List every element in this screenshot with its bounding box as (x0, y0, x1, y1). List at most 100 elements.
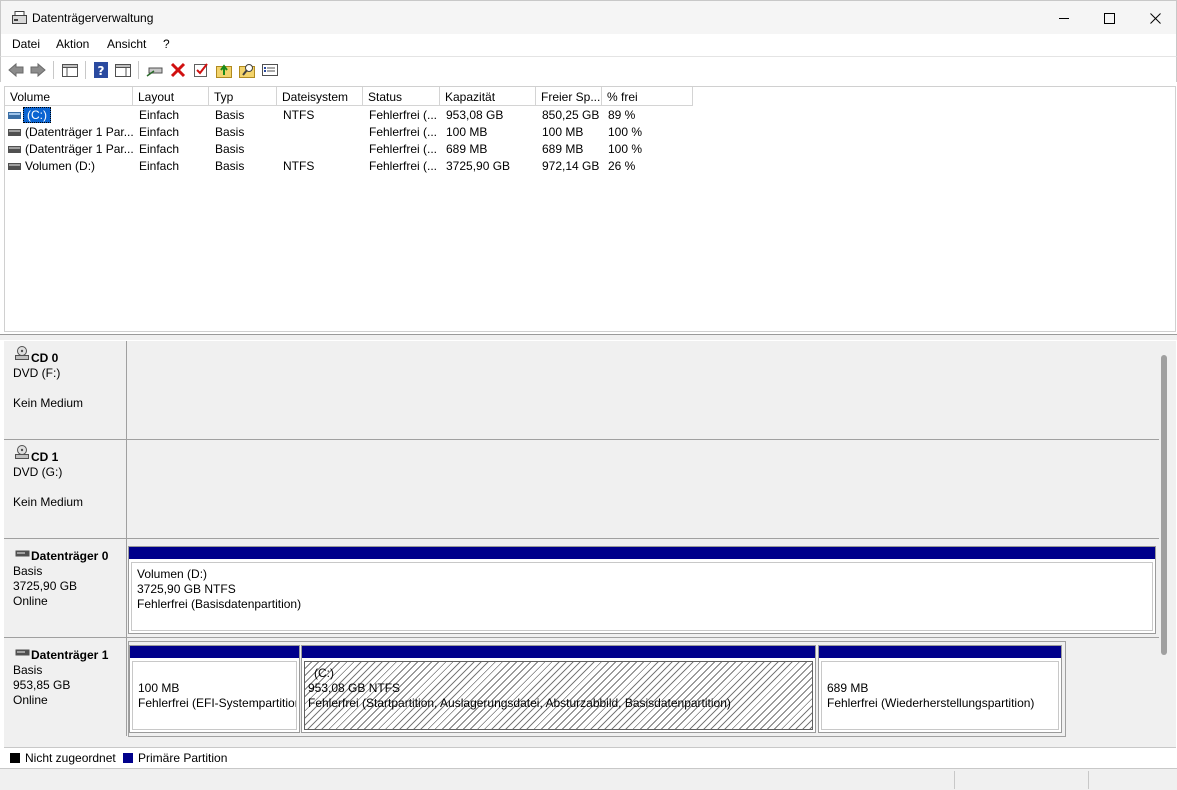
cell-layout: Einfach (139, 142, 180, 156)
help-icon[interactable]: ? (92, 61, 110, 79)
partition-body: Volumen (D:) 3725,90 GB NTFS Fehlerfrei … (131, 562, 1153, 631)
cell-typ: Basis (215, 159, 245, 173)
close-button[interactable] (1132, 1, 1177, 35)
volume-icon (8, 112, 21, 119)
cell-typ: Basis (215, 142, 245, 156)
disk-state: Kein Medium (13, 396, 84, 410)
toolbar: ? (0, 56, 1177, 82)
folder-up-icon[interactable] (215, 61, 233, 79)
disk-type: Basis (13, 564, 43, 578)
table-row[interactable]: (Datenträger 1 Par... Einfach Basis Fehl… (5, 141, 1175, 158)
primary-partition-bar (302, 646, 815, 658)
legend-swatch-primary (123, 753, 133, 763)
menu-help[interactable]: ? (163, 37, 170, 51)
menu-aktion[interactable]: Aktion (56, 37, 89, 51)
partition-size: 100 MB (138, 681, 180, 695)
cell-kapazitaet: 953,08 GB (446, 108, 504, 122)
partition-size: 953,08 GB NTFS (308, 681, 401, 695)
cell-freier-speicher: 972,14 GB (542, 159, 600, 173)
column-header-volume[interactable]: Volume (5, 87, 133, 106)
volume-icon (8, 129, 21, 136)
properties-pane-icon[interactable] (114, 61, 132, 79)
close-icon (1149, 12, 1161, 24)
partition-status: Fehlerfrei (EFI-Systempartition (138, 696, 297, 710)
disk-separator (4, 637, 1159, 638)
partition-size: 689 MB (827, 681, 869, 695)
column-header-dateisystem[interactable]: Dateisystem (277, 87, 363, 106)
column-header-kapazitaet[interactable]: Kapazität (440, 87, 536, 106)
cell-prozent-frei: 26 % (608, 159, 636, 173)
cd-drive-icon (15, 445, 29, 459)
toolbar-separator (85, 61, 86, 79)
delete-icon[interactable] (169, 61, 187, 79)
primary-partition-bar (129, 547, 1155, 559)
settings-list-icon[interactable] (261, 61, 279, 79)
column-header-typ[interactable]: Typ (209, 87, 277, 106)
cell-status: Fehlerfrei (... (369, 108, 438, 122)
partition-recovery[interactable]: 689 MB Fehlerfrei (Wiederherstellungspar… (818, 645, 1062, 733)
vertical-scrollbar[interactable] (1161, 355, 1167, 655)
cell-prozent-frei: 100 % (608, 125, 643, 139)
console-tree-icon[interactable] (61, 61, 79, 79)
disk-size: 3725,90 GB (13, 579, 78, 593)
cell-status: Fehlerfrei (... (369, 159, 438, 173)
column-header-prozent-frei[interactable]: % frei (602, 87, 693, 106)
disk-area-cd0 (128, 341, 1159, 439)
disk-size: 953,85 GB (13, 678, 71, 692)
title-bar: Datenträgerverwaltung (0, 0, 1177, 34)
disk-label-disk1[interactable]: Datenträger 1 Basis 953,85 GB Online (4, 638, 127, 736)
cell-prozent-frei: 100 % (608, 142, 643, 156)
toolbar-separator (53, 61, 54, 79)
cell-freier-speicher: 100 MB (542, 125, 584, 139)
svg-text:?: ? (98, 64, 105, 78)
connect-disk-icon[interactable] (146, 61, 164, 79)
column-header-status[interactable]: Status (363, 87, 440, 106)
partition-body-selected: (C:) 953,08 GB NTFS Fehlerfrei (Startpar… (304, 661, 813, 730)
cell-volume: Volumen (D:) (25, 159, 96, 173)
disk-separator (4, 538, 1159, 539)
hard-disk-icon (15, 550, 30, 557)
cell-kapazitaet: 100 MB (446, 125, 488, 139)
disk-label-cd1[interactable]: CD 1 DVD (G:) Kein Medium (4, 440, 127, 538)
folder-search-icon[interactable] (238, 61, 256, 79)
cell-status: Fehlerfrei (... (369, 125, 438, 139)
maximize-icon (1103, 12, 1115, 24)
cell-prozent-frei: 89 % (608, 108, 636, 122)
table-row[interactable]: (C:) Einfach Basis NTFS Fehlerfrei (... … (5, 107, 1175, 124)
menu-datei[interactable]: Datei (12, 37, 40, 51)
window-title: Datenträgerverwaltung (32, 11, 154, 25)
table-row[interactable]: (Datenträger 1 Par... Einfach Basis Fehl… (5, 124, 1175, 141)
cd-drive-icon (15, 346, 29, 360)
menu-ansicht[interactable]: Ansicht (107, 37, 146, 51)
cell-freier-speicher: 850,25 GB (542, 108, 600, 122)
forward-icon[interactable] (29, 61, 47, 79)
partition-efi[interactable]: 100 MB Fehlerfrei (EFI-Systempartition (129, 645, 300, 733)
back-icon[interactable] (7, 61, 25, 79)
disk-label-cd0[interactable]: CD 0 DVD (F:) Kein Medium (4, 341, 127, 439)
partition-c[interactable]: (C:) 953,08 GB NTFS Fehlerfrei (Startpar… (301, 645, 816, 733)
cell-layout: Einfach (139, 108, 180, 122)
legend: Nicht zugeordnet Primäre Partition (4, 747, 1176, 767)
table-row[interactable]: Volumen (D:) Einfach Basis NTFS Fehlerfr… (5, 158, 1175, 175)
legend-swatch-unallocated (10, 753, 20, 763)
column-header-layout[interactable]: Layout (133, 87, 209, 106)
partition-volumen-d[interactable]: Volumen (D:) 3725,90 GB NTFS Fehlerfrei … (128, 546, 1156, 634)
pane-splitter[interactable] (0, 334, 1177, 340)
cell-volume: (Datenträger 1 Par... (25, 125, 134, 139)
minimize-button[interactable] (1041, 1, 1087, 35)
maximize-button[interactable] (1086, 1, 1132, 35)
check-icon[interactable] (192, 61, 210, 79)
disk-label-disk0[interactable]: Datenträger 0 Basis 3725,90 GB Online (4, 539, 127, 637)
legend-label-unallocated: Nicht zugeordnet (25, 751, 116, 765)
cell-volume: (C:) (23, 107, 51, 123)
volume-list[interactable]: Volume Layout Typ Dateisystem Status Kap… (4, 86, 1176, 332)
partition-status: Fehlerfrei (Basisdatenpartition) (137, 597, 302, 611)
cell-freier-speicher: 689 MB (542, 142, 584, 156)
partition-body: 100 MB Fehlerfrei (EFI-Systempartition (132, 661, 297, 730)
menu-bar: Datei Aktion Ansicht ? (0, 34, 1177, 56)
volume-icon (8, 146, 21, 153)
disk-name: Datenträger 1 (31, 648, 109, 662)
cell-volume: (Datenträger 1 Par... (25, 142, 134, 156)
disk-type: Basis (13, 663, 43, 677)
column-header-freier-speicher[interactable]: Freier Sp... (536, 87, 602, 106)
